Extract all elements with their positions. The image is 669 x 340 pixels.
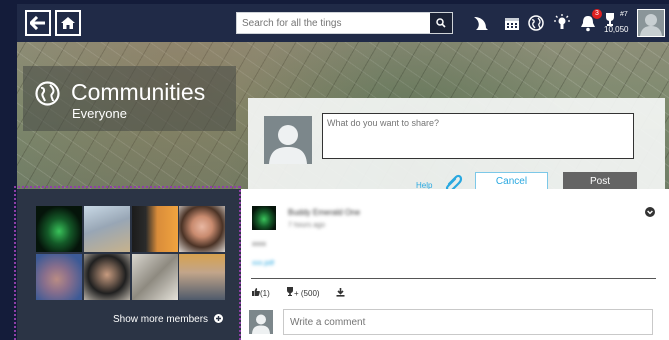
like-count: (1) — [260, 289, 270, 298]
user-silhouette-icon — [269, 125, 307, 164]
post-attachment-link[interactable]: xxx.pdf — [252, 260, 274, 267]
search-input[interactable] — [237, 13, 432, 34]
member-thumbnail[interactable] — [36, 254, 82, 300]
trophy-icon — [603, 12, 617, 26]
calendar-icon[interactable] — [503, 14, 521, 32]
user-avatar — [264, 116, 312, 164]
search-icon — [436, 18, 446, 28]
show-more-members-link[interactable]: Show more members — [113, 314, 223, 325]
search-bar — [236, 12, 453, 34]
comment-input[interactable] — [283, 309, 653, 335]
user-silhouette-icon — [252, 314, 270, 334]
member-thumbnail[interactable] — [132, 206, 178, 252]
notification-count-badge: 3 — [592, 9, 602, 19]
top-navigation-bar: 3 #7 10,050 — [17, 4, 669, 42]
search-button[interactable] — [430, 13, 452, 33]
moon-icon[interactable] — [471, 14, 489, 32]
member-thumbnail[interactable] — [84, 254, 130, 300]
globe-icon — [35, 81, 60, 106]
post-timestamp: 7 hours ago — [288, 222, 325, 229]
annotation-frame-right — [239, 186, 241, 340]
lightbulb-icon[interactable] — [553, 14, 571, 32]
home-icon — [61, 17, 75, 29]
plus-circle-icon — [213, 314, 223, 323]
back-button[interactable] — [25, 10, 51, 36]
trophy-icon — [287, 287, 293, 296]
user-silhouette-icon — [640, 14, 662, 36]
community-title: Communities — [71, 79, 206, 105]
annotation-frame-left — [14, 186, 16, 340]
divider — [251, 278, 656, 279]
community-subtitle: Everyone — [72, 106, 127, 121]
app-window: 3 #7 10,050 Communities Everyone Help Ca… — [17, 4, 669, 340]
award-button[interactable]: + (500) — [286, 287, 320, 298]
thumbs-up-icon — [252, 288, 260, 296]
post-author-name[interactable]: Buddy Emerald One — [288, 208, 360, 217]
points-label: 10,050 — [604, 25, 629, 34]
member-thumbnail[interactable] — [84, 206, 130, 252]
show-more-members-label: Show more members — [113, 314, 209, 325]
award-count: + (500) — [294, 289, 320, 298]
back-arrow-icon — [30, 16, 45, 30]
rank-label: #7 — [620, 11, 628, 18]
member-thumbnail[interactable] — [179, 206, 225, 252]
post-text: xxxx — [252, 241, 266, 248]
community-members-panel: Show more members — [17, 189, 241, 340]
commenter-avatar — [249, 310, 273, 334]
share-post-input[interactable] — [322, 113, 634, 159]
download-icon[interactable] — [336, 288, 345, 297]
chevron-down-icon[interactable] — [645, 207, 655, 217]
activity-feed: Buddy Emerald One 7 hours ago xxxx xxx.p… — [241, 189, 669, 340]
annotation-frame-top — [14, 186, 240, 188]
member-thumbnail[interactable] — [36, 206, 82, 252]
post-author-thumbnail[interactable] — [252, 206, 276, 230]
community-hero-banner: Communities Everyone Help Cancel Post — [17, 42, 669, 210]
member-thumbnail[interactable] — [179, 254, 225, 300]
globe-icon[interactable] — [527, 14, 545, 32]
like-button[interactable]: (1) — [251, 287, 270, 298]
user-avatar[interactable] — [637, 9, 665, 37]
home-button[interactable] — [55, 10, 81, 36]
member-thumbnail[interactable] — [132, 254, 178, 300]
